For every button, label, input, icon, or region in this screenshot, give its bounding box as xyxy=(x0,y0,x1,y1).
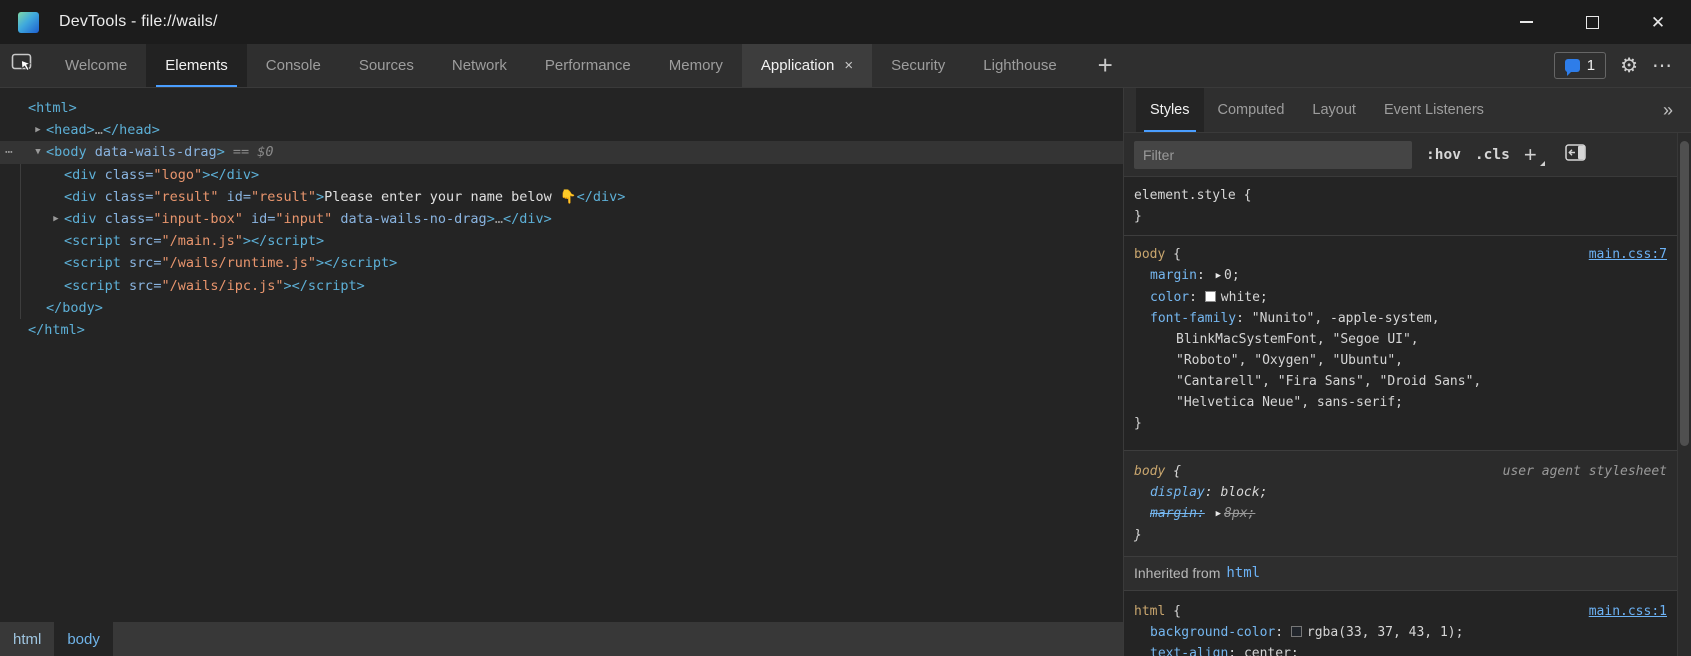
styles-rules-list: element.style { } main.css:7 body { marg… xyxy=(1124,177,1677,656)
dom-tree: <html> ▶<head>…</head> ⋯▼<body data-wail… xyxy=(0,88,1123,622)
dom-node-script-main[interactable]: <script src="/main.js"></script> xyxy=(0,230,1123,252)
styles-scrollbar[interactable] xyxy=(1677,133,1691,656)
issues-counter-button[interactable]: 1 xyxy=(1554,52,1606,79)
add-tab-button[interactable]: + xyxy=(1076,44,1135,87)
rule-selector[interactable]: html { xyxy=(1134,601,1667,622)
collapse-arrow-icon[interactable]: ▼ xyxy=(30,147,46,157)
css-property-margin[interactable]: margin: ▶0; xyxy=(1134,265,1667,287)
dom-node-div-result[interactable]: <div class="result" id="result">Please e… xyxy=(0,186,1123,208)
dom-node-body-selected[interactable]: ⋯▼<body data-wails-drag>== $0 xyxy=(0,141,1123,163)
rule-body-user-agent: user agent stylesheet body { display: bl… xyxy=(1124,451,1677,557)
tab-elements[interactable]: Elements xyxy=(146,44,247,87)
tab-security[interactable]: Security xyxy=(872,44,964,87)
stylesheet-link[interactable]: main.css:1 xyxy=(1589,601,1667,622)
dom-node-html-close[interactable]: </html> xyxy=(0,319,1123,341)
styles-tabs: Styles Computed Layout Event Listeners » xyxy=(1124,88,1691,133)
devtools-app-icon xyxy=(18,12,39,33)
pointing-down-emoji: 👇 xyxy=(560,189,577,205)
tab-welcome[interactable]: Welcome xyxy=(46,44,146,87)
settings-gear-icon[interactable]: ⚙ xyxy=(1620,53,1638,78)
tab-network[interactable]: Network xyxy=(433,44,526,87)
css-property-margin-overridden[interactable]: margin: ▶8px; xyxy=(1134,503,1667,525)
console-reference: == $0 xyxy=(233,144,274,160)
tab-sources[interactable]: Sources xyxy=(340,44,433,87)
minimize-button[interactable] xyxy=(1493,0,1559,44)
breadcrumb-html[interactable]: html xyxy=(0,622,54,656)
tab-memory[interactable]: Memory xyxy=(650,44,742,87)
dom-node-script-ipc[interactable]: <script src="/wails/ipc.js"></script> xyxy=(0,275,1123,297)
tabbar-right-controls: 1 ⚙ ⋯ xyxy=(1554,44,1691,87)
tab-event-listeners[interactable]: Event Listeners xyxy=(1370,88,1498,132)
tab-application[interactable]: Application × xyxy=(742,44,872,87)
dom-node-div-logo[interactable]: <div class="logo"></div> xyxy=(0,164,1123,186)
rule-body-main-css: main.css:7 body { margin: ▶0; color: whi… xyxy=(1124,236,1677,451)
dom-node-head[interactable]: ▶<head>…</head> xyxy=(0,119,1123,141)
expand-arrow-icon[interactable]: ▶ xyxy=(48,214,64,224)
tab-layout[interactable]: Layout xyxy=(1298,88,1370,132)
stylesheet-origin-label: user agent stylesheet xyxy=(1503,461,1667,482)
window-title: DevTools - file://wails/ xyxy=(59,13,218,31)
inherited-from-header: Inherited from html xyxy=(1124,557,1677,591)
tab-overflow-chevron-icon[interactable]: » xyxy=(1645,88,1691,132)
inspect-cursor-icon xyxy=(11,53,35,78)
styles-sidebar: Styles Computed Layout Event Listeners »… xyxy=(1124,88,1691,656)
tab-console[interactable]: Console xyxy=(247,44,340,87)
tab-lighthouse[interactable]: Lighthouse xyxy=(964,44,1075,87)
dom-node-div-input-box[interactable]: ▶<div class="input-box" id="input" data-… xyxy=(0,208,1123,230)
css-property-background-color[interactable]: background-color: rgba(33, 37, 43, 1); xyxy=(1134,622,1667,643)
dom-node-html-open[interactable]: <html> xyxy=(0,97,1123,119)
issues-count: 1 xyxy=(1587,57,1595,74)
expand-arrow-icon[interactable]: ▶ xyxy=(30,125,46,135)
breadcrumb-body[interactable]: body xyxy=(54,622,113,656)
issues-bubble-icon xyxy=(1565,59,1580,72)
color-swatch-dark[interactable] xyxy=(1291,626,1302,637)
rule-html-main-css: main.css:1 html { background-color: rgba… xyxy=(1124,591,1677,656)
stylesheet-link[interactable]: main.css:7 xyxy=(1589,244,1667,265)
scrollbar-thumb[interactable] xyxy=(1680,141,1689,446)
window-titlebar: DevTools - file://wails/ ✕ xyxy=(0,0,1691,44)
tab-styles[interactable]: Styles xyxy=(1136,88,1204,132)
maximize-icon xyxy=(1586,16,1599,29)
dom-node-body-close[interactable]: </body> xyxy=(0,297,1123,319)
css-property-text-align-clipped[interactable]: text-align: center; xyxy=(1134,643,1667,656)
toggle-class-button[interactable]: .cls xyxy=(1475,147,1510,163)
toggle-hover-state-button[interactable]: :hov xyxy=(1426,147,1461,163)
node-menu-dots-icon[interactable]: ⋯ xyxy=(5,145,14,160)
elements-panel: <html> ▶<head>…</head> ⋯▼<body data-wail… xyxy=(0,88,1124,656)
devtools-main: <html> ▶<head>…</head> ⋯▼<body data-wail… xyxy=(0,88,1691,656)
dom-breadcrumb: html body xyxy=(0,622,1123,656)
window-controls: ✕ xyxy=(1493,0,1691,44)
inspect-element-button[interactable] xyxy=(0,44,46,87)
close-button[interactable]: ✕ xyxy=(1625,0,1691,44)
inherited-element-link[interactable]: html xyxy=(1226,563,1260,584)
style-filter-input[interactable] xyxy=(1134,141,1412,169)
expand-value-icon[interactable]: ▶ xyxy=(1216,266,1221,287)
css-property-display[interactable]: display: block; xyxy=(1134,482,1667,503)
styles-toolbar: :hov .cls + xyxy=(1124,133,1677,177)
more-menu-icon[interactable]: ⋯ xyxy=(1652,53,1673,78)
indent-guide xyxy=(20,164,21,319)
rule-element-style[interactable]: element.style { } xyxy=(1124,177,1677,236)
close-tab-icon[interactable]: × xyxy=(844,57,853,74)
new-style-rule-button[interactable]: + xyxy=(1524,142,1545,168)
color-swatch-white[interactable] xyxy=(1205,291,1216,302)
css-property-color[interactable]: color: white; xyxy=(1134,287,1667,308)
tab-computed[interactable]: Computed xyxy=(1204,88,1299,132)
expand-value-icon[interactable]: ▶ xyxy=(1216,504,1221,525)
tab-performance[interactable]: Performance xyxy=(526,44,650,87)
rule-selector[interactable]: body { xyxy=(1134,244,1667,265)
css-property-font-family[interactable]: font-family: "Nunito", -apple-system, xyxy=(1134,308,1667,329)
dom-node-script-runtime[interactable]: <script src="/wails/runtime.js"></script… xyxy=(0,252,1123,274)
maximize-button[interactable] xyxy=(1559,0,1625,44)
close-icon: ✕ xyxy=(1651,14,1665,31)
minimize-icon xyxy=(1520,21,1533,23)
devtools-tabbar: Welcome Elements Console Sources Network… xyxy=(0,44,1691,88)
toggle-computed-sidebar-icon[interactable] xyxy=(1565,144,1586,166)
